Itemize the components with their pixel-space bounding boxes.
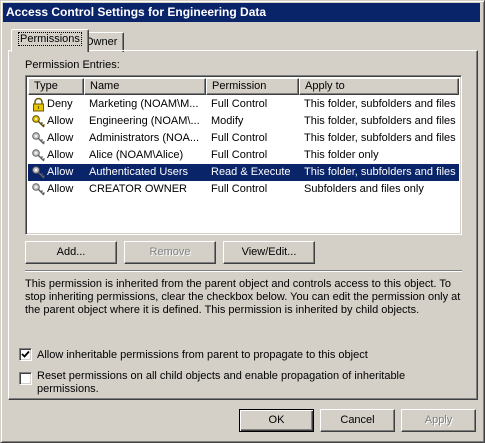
key-icon	[32, 115, 46, 128]
title-bar[interactable]: Access Control Settings for Engineering …	[3, 3, 480, 22]
table-row[interactable]: Allow Engineering (NOAM\... Modify This …	[28, 113, 459, 130]
separator	[25, 270, 462, 272]
row-permission: Read & Execute	[211, 166, 291, 178]
column-header-permission-label: Permission	[212, 80, 267, 92]
add-button[interactable]: Add...	[25, 241, 117, 264]
ok-button[interactable]: OK	[239, 409, 314, 432]
tab-permissions-label: Permissions	[18, 32, 82, 46]
row-apply-to: This folder, subfolders and files	[304, 115, 456, 127]
row-apply-to: Subfolders and files only	[304, 183, 424, 195]
apply-button[interactable]: Apply	[401, 409, 476, 432]
row-name: Alice (NOAM\Alice)	[89, 149, 184, 161]
remove-button[interactable]: Remove	[124, 241, 216, 264]
row-name: CREATOR OWNER	[89, 183, 187, 195]
row-type: Allow	[47, 149, 74, 161]
row-type: Allow	[47, 183, 74, 195]
allow-inheritable-label-text: Allow inheritable permissions from paren…	[37, 349, 368, 361]
row-apply-to: This folder, subfolders and files	[304, 166, 456, 178]
view-edit-button[interactable]: View/Edit...	[223, 241, 315, 264]
row-type: Allow	[47, 166, 74, 178]
table-row[interactable]: Allow Administrators (NOA... Full Contro…	[28, 130, 459, 147]
row-apply-to: This folder only	[304, 149, 379, 161]
row-permission: Full Control	[211, 98, 268, 110]
row-type: Allow	[47, 132, 74, 144]
row-permission: Full Control	[211, 183, 268, 195]
row-apply-to: This folder, subfolders and files	[304, 98, 456, 110]
view-edit-button-label: View/Edit...	[241, 246, 297, 258]
row-name: Administrators (NOA...	[89, 132, 200, 144]
allow-inheritable-checkbox[interactable]	[19, 348, 32, 361]
column-header-apply-to-label: Apply to	[305, 80, 345, 92]
column-header-type-label: Type	[34, 80, 58, 92]
table-row[interactable]: Deny Marketing (NOAM\M... Full Control T…	[28, 96, 459, 113]
table-row[interactable]: Allow Authenticated Users Read & Execute…	[28, 164, 459, 181]
row-permission: Full Control	[211, 132, 268, 144]
table-row[interactable]: Allow CREATOR OWNER Full Control Subfold…	[28, 181, 459, 198]
inherited-key-icon	[32, 132, 46, 145]
apply-button-label: Apply	[424, 414, 453, 426]
column-header-type[interactable]: Type	[28, 78, 84, 95]
ok-button-label: OK	[268, 414, 285, 426]
reset-permissions-label[interactable]: Reset permissions on all child objects a…	[37, 370, 457, 396]
row-name: Engineering (NOAM\...	[89, 115, 200, 127]
table-row[interactable]: Allow Alice (NOAM\Alice) Full Control Th…	[28, 147, 459, 164]
column-header-name-label: Name	[90, 80, 120, 92]
cancel-button-label: Cancel	[340, 414, 375, 426]
cancel-button[interactable]: Cancel	[320, 409, 395, 432]
column-header-permission[interactable]: Permission	[206, 78, 299, 95]
inheritance-info-text-content: This permission is inherited from the pa…	[25, 278, 461, 316]
tab-permissions[interactable]: Permissions	[11, 29, 89, 52]
row-type: Allow	[47, 115, 74, 127]
permission-entries-label: Permission Entries:	[25, 59, 120, 71]
tab-owner-label: Owner	[85, 36, 118, 48]
inherited-key-icon	[32, 149, 46, 162]
permission-entries-list[interactable]: Type Name Permission Apply to Deny Marke…	[25, 75, 462, 235]
window-title: Access Control Settings for Engineering …	[6, 5, 267, 19]
row-name: Authenticated Users	[89, 166, 189, 178]
reset-permissions-checkbox[interactable]	[19, 372, 32, 385]
inherited-key-icon	[32, 183, 46, 196]
add-button-label: Add...	[56, 246, 86, 258]
row-apply-to: This folder, subfolders and files	[304, 132, 456, 144]
row-permission: Modify	[211, 115, 244, 127]
inherited-key-icon	[32, 166, 46, 179]
row-permission: Full Control	[211, 149, 268, 161]
permission-entries-label-text: Permission Entries:	[25, 59, 120, 71]
checkmark-icon	[21, 350, 30, 358]
remove-button-label: Remove	[149, 246, 191, 258]
reset-permissions-label-text: Reset permissions on all child objects a…	[37, 370, 406, 395]
column-header-apply-to[interactable]: Apply to	[299, 78, 459, 95]
column-header-name[interactable]: Name	[84, 78, 206, 95]
inheritance-info-text: This permission is inherited from the pa…	[25, 278, 465, 317]
allow-inheritable-label[interactable]: Allow inheritable permissions from paren…	[37, 349, 457, 362]
row-type: Deny	[47, 98, 73, 110]
row-name: Marketing (NOAM\M...	[89, 98, 199, 110]
lock-icon	[33, 97, 44, 112]
